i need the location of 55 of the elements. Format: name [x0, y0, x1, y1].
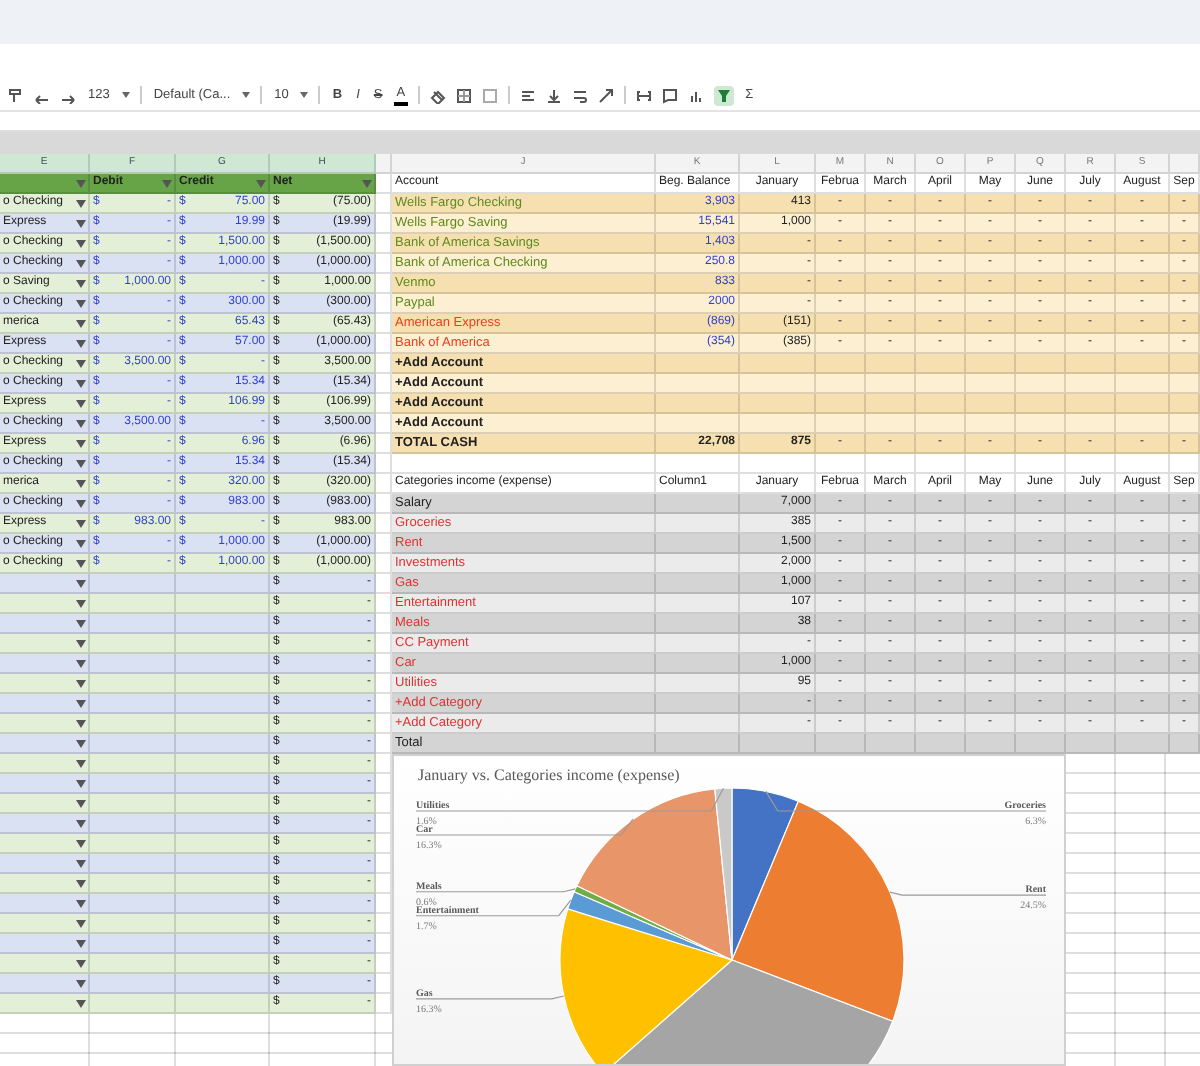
filter-arrow-icon[interactable] — [75, 359, 85, 367]
filter-arrow-icon[interactable] — [75, 379, 85, 387]
filter-arrow-icon[interactable] — [75, 799, 85, 807]
paint-format-icon[interactable] — [8, 87, 24, 103]
chart-icon[interactable] — [687, 87, 704, 103]
caret-icon[interactable] — [242, 92, 251, 98]
filter-arrow-icon[interactable] — [75, 399, 85, 407]
filter-arrow-icon[interactable] — [75, 559, 85, 567]
filter-arrow-icon[interactable] — [75, 539, 85, 547]
filter-arrow-icon[interactable] — [75, 979, 85, 987]
filter-arrow-icon[interactable] — [75, 499, 85, 507]
caret-icon[interactable] — [300, 92, 309, 98]
filter-arrow-icon[interactable] — [75, 259, 85, 267]
comment-icon[interactable] — [661, 87, 678, 103]
filter-arrow-icon[interactable] — [75, 659, 85, 667]
filter-arrow-icon[interactable] — [75, 279, 85, 287]
filter-arrow-icon[interactable] — [75, 639, 85, 647]
filter-arrow-icon[interactable] — [75, 239, 85, 247]
filter-arrow-icon[interactable] — [75, 199, 85, 207]
filter-arrow-icon[interactable] — [75, 679, 85, 687]
filter-arrow-icon[interactable] — [75, 599, 85, 607]
fill-color-icon[interactable] — [429, 87, 446, 103]
filter-arrow-icon[interactable] — [75, 899, 85, 907]
filter-arrow-icon[interactable] — [75, 879, 85, 887]
caret-icon[interactable] — [121, 92, 130, 98]
filter-arrow-icon[interactable] — [75, 519, 85, 527]
filter-arrow-icon[interactable] — [75, 919, 85, 927]
filter-arrow-icon[interactable] — [75, 319, 85, 327]
wrap-icon[interactable] — [571, 87, 588, 103]
filter-arrow-icon[interactable] — [75, 459, 85, 467]
merge-cells-icon[interactable] — [481, 87, 498, 103]
filter-arrow-icon[interactable] — [75, 959, 85, 967]
borders-icon[interactable] — [455, 87, 472, 103]
align-icon[interactable] — [519, 87, 536, 103]
filter-arrow-icon[interactable] — [75, 719, 85, 727]
filter-arrow-icon[interactable] — [75, 859, 85, 867]
filter-arrow-icon[interactable] — [75, 779, 85, 787]
filter-arrow-icon[interactable] — [75, 579, 85, 587]
filter-arrow-icon[interactable] — [75, 739, 85, 747]
vertical-align-icon[interactable] — [545, 87, 562, 103]
filter-arrow-icon[interactable] — [75, 419, 85, 427]
filter-arrow-icon[interactable] — [75, 699, 85, 707]
filter-arrow-icon[interactable] — [75, 839, 85, 847]
filter-arrow-icon[interactable] — [75, 999, 85, 1007]
filter-arrow-icon[interactable] — [75, 339, 85, 347]
filter-arrow-icon[interactable] — [75, 219, 85, 227]
filter-arrow-icon[interactable] — [75, 479, 85, 487]
filter-arrow-icon[interactable] — [75, 439, 85, 447]
filter-arrow-icon[interactable] — [75, 619, 85, 627]
filter-arrow-icon[interactable] — [75, 759, 85, 767]
filter-arrow-icon[interactable] — [75, 299, 85, 307]
filter-arrow-icon[interactable] — [75, 819, 85, 827]
rotate-icon[interactable] — [597, 87, 614, 103]
chart-title: January vs. Categories income (expense) — [418, 766, 680, 784]
filter-arrow-icon[interactable] — [75, 939, 85, 947]
